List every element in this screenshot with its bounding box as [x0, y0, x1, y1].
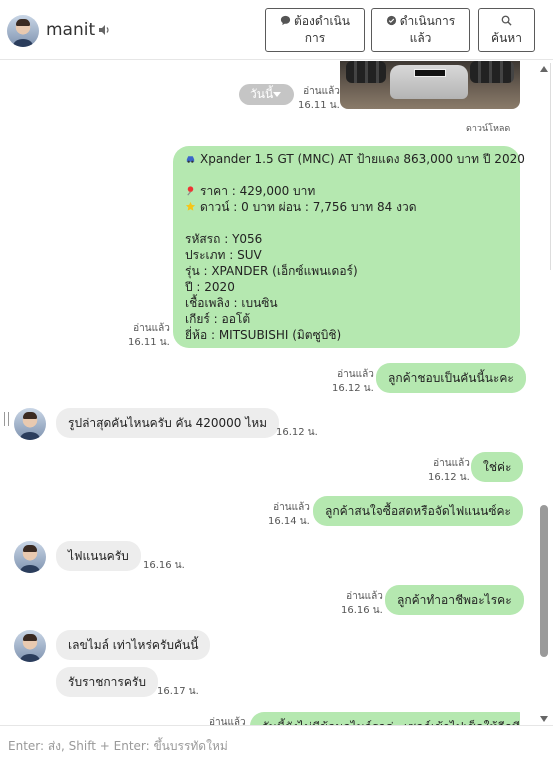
- outgoing-message: ลูกค้าสนใจซื้อสดหรือจัดไฟแนนซ์คะ: [313, 496, 523, 526]
- contact-avatar[interactable]: [7, 15, 39, 47]
- search-label: ค้นหา: [491, 31, 522, 45]
- read-label: อ่านแล้ว: [303, 86, 340, 97]
- listing-code: รหัสรถ : Y056: [185, 232, 263, 246]
- incoming-message: เลขไมล์ เท่าไหร่ครับคันนี้: [56, 630, 211, 660]
- scroll-down-icon[interactable]: [540, 716, 548, 722]
- read-receipt: อ่านแล้ว 16.11 น.: [128, 322, 170, 350]
- read-receipt: อ่านแล้ว 16.12 น.: [332, 368, 374, 396]
- read-label: อ่านแล้ว: [346, 591, 383, 602]
- done-label-1: ดำเนินการ: [399, 14, 456, 28]
- car-graphic: [390, 65, 468, 99]
- outgoing-message: วันนี้ยังไม่มีข้อมูลไมล์รถค่ะ เซลล์เข้าไ…: [250, 712, 520, 725]
- done-button[interactable]: ดำเนินการ แล้ว: [371, 8, 470, 52]
- contact-avatar: [14, 408, 46, 440]
- listing-fuel: เชื้อเพลิง : เบนซิน: [185, 296, 278, 310]
- message-time: 16.12 น.: [276, 427, 318, 438]
- message-clip: วันนี้ยังไม่มีข้อมูลไมล์รถค่ะ เซลล์เข้าไ…: [250, 712, 520, 725]
- message-time: 16.12 น.: [428, 472, 470, 483]
- read-receipt: อ่านแล้ว 16.16 น.: [341, 590, 383, 618]
- panel-divider: [550, 63, 551, 270]
- message-time: 16.12 น.: [332, 383, 374, 394]
- star-icon: [185, 201, 196, 211]
- search-icon: [501, 15, 512, 26]
- listing-year: ปี : 2020: [185, 280, 235, 294]
- read-receipt: อ่านแล้ว: [209, 716, 246, 725]
- pending-label-1: ต้องดำเนิน: [294, 14, 350, 28]
- message-time: 16.16 น.: [143, 560, 185, 571]
- car-photo[interactable]: [340, 61, 520, 109]
- message-time: 16.11 น.: [298, 100, 340, 111]
- read-receipt: อ่านแล้ว 16.11 น.: [298, 85, 340, 113]
- scrollbar[interactable]: [539, 61, 549, 725]
- pushpin-icon: [187, 186, 194, 196]
- composer: [0, 725, 553, 776]
- read-label: อ่านแล้ว: [209, 717, 246, 725]
- contact-name[interactable]: manit: [46, 20, 95, 40]
- message-time: 16.11 น.: [128, 337, 170, 348]
- outgoing-message: ลูกค้าชอบเป็นคันนี้นะคะ: [376, 363, 526, 393]
- incoming-message: รับราชการครับ: [56, 667, 158, 697]
- read-label: อ่านแล้ว: [433, 458, 470, 469]
- listing-message: Xpander 1.5 GT (MNC) AT ป้ายแดง 863,000 …: [173, 146, 525, 348]
- outgoing-message: ใช่ค่ะ: [471, 452, 524, 482]
- chat-check-icon: [386, 15, 396, 26]
- message-input[interactable]: [0, 726, 553, 766]
- read-label: อ่านแล้ว: [133, 323, 170, 334]
- incoming-message: รูปล่าสุดคันไหนครับ คัน 420000 ไหม: [56, 408, 280, 438]
- speaker-icon[interactable]: [98, 24, 110, 36]
- pending-button[interactable]: ต้องดำเนิน การ: [265, 8, 365, 52]
- scroll-up-icon[interactable]: [540, 66, 548, 72]
- listing-model: รุ่น : XPANDER (เอ็กซ์แพนเดอร์): [185, 264, 358, 278]
- incoming-message: ไฟแนนครับ: [56, 541, 141, 571]
- chat-header: manit ต้องดำเนิน การ ดำเนินการ แล้ว ค้นห…: [0, 0, 553, 60]
- message-time: 16.14 น.: [268, 516, 310, 527]
- tire-stack: [346, 61, 386, 83]
- done-label-2: แล้ว: [409, 31, 432, 45]
- contact-avatar: [14, 541, 46, 573]
- read-label: อ่านแล้ว: [337, 369, 374, 380]
- outgoing-message: ลูกค้าทำอาชีพอะไรคะ: [385, 585, 524, 615]
- listing-down-payment: ดาวน์ : 0 บาท ผ่อน : 7,756 บาท 84 งวด: [200, 200, 417, 214]
- download-link[interactable]: ดาวน์โหลด: [466, 121, 510, 135]
- listing-price: ราคา : 429,000 บาท: [200, 184, 316, 198]
- read-receipt: อ่านแล้ว 16.12 น.: [428, 457, 470, 485]
- contact-avatar: [14, 630, 46, 662]
- search-button[interactable]: ค้นหา: [478, 8, 535, 52]
- day-filter-chip[interactable]: วันนี้: [239, 84, 294, 105]
- listing-title: Xpander 1.5 GT (MNC) AT ป้ายแดง 863,000 …: [200, 152, 525, 166]
- read-label: อ่านแล้ว: [273, 502, 310, 513]
- message-time: 16.16 น.: [341, 605, 383, 616]
- chat-bubble-icon: [280, 15, 291, 26]
- drag-handle-icon[interactable]: [4, 412, 9, 426]
- message-time: 16.17 น.: [157, 686, 199, 697]
- listing-brand: ยี่ห้อ : MITSUBISHI (มิตซูบิชิ): [185, 328, 342, 342]
- listing-type: ประเภท : SUV: [185, 248, 262, 262]
- scrollbar-thumb[interactable]: [540, 505, 548, 657]
- read-receipt: อ่านแล้ว 16.14 น.: [268, 501, 310, 529]
- car-icon: [186, 156, 195, 163]
- tire-stack: [470, 61, 514, 83]
- listing-gear: เกียร์ : ออโต้: [185, 312, 251, 326]
- pending-label-2: การ: [304, 31, 326, 45]
